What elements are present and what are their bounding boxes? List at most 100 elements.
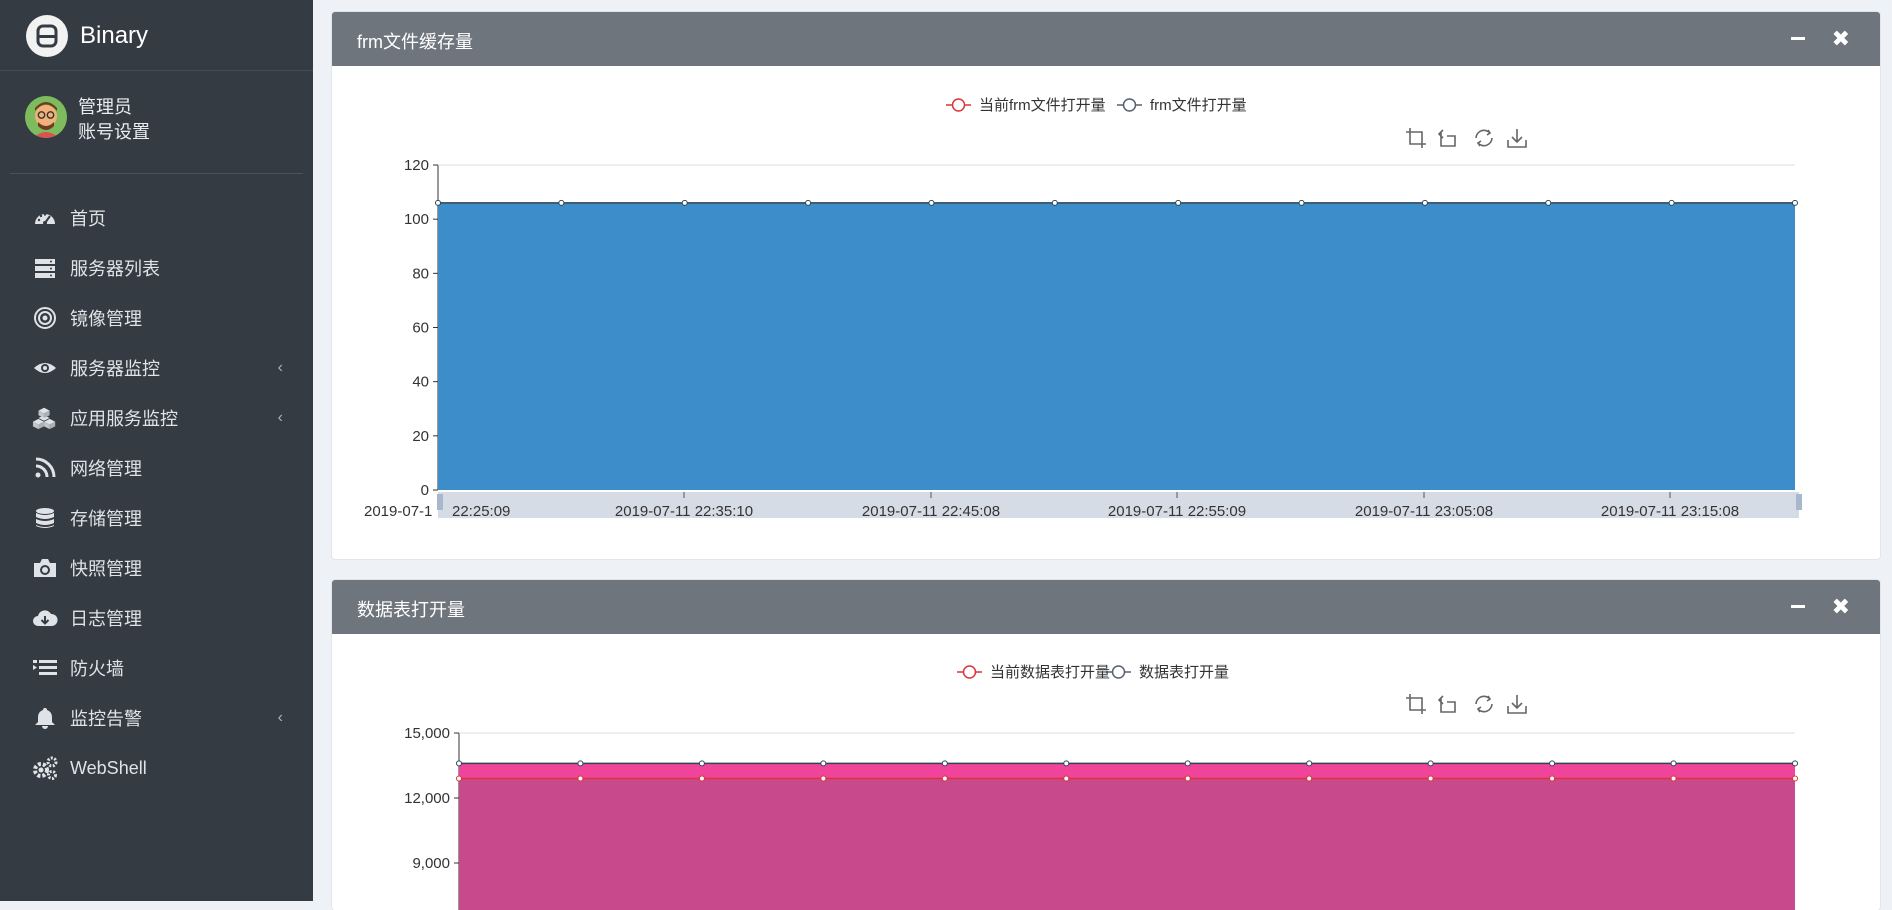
sidebar-item[interactable]: 服务器列表: [0, 243, 313, 293]
sidebar-menu: 首页服务器列表镜像管理服务器监控‹应用服务监控‹网络管理存储管理快照管理日志管理…: [0, 193, 313, 793]
y-tick-label: 12,000: [404, 790, 450, 807]
zoom-reset-icon[interactable]: [1439, 696, 1455, 712]
sidebar: Binary 管理员 账号设置 首页服务器列表镜像管理服务器监控‹应用服务监控‹…: [0, 0, 313, 901]
x-tick-label: 22:25:09: [452, 503, 510, 520]
sidebar-item-label: 首页: [70, 205, 106, 231]
minus-icon[interactable]: [1791, 37, 1805, 40]
user-panel: 管理员 账号设置: [25, 96, 150, 143]
sidebar-item-label: 日志管理: [70, 605, 142, 631]
camera-icon: [32, 555, 58, 581]
y-tick-label: 60: [412, 320, 429, 337]
data-point: [929, 200, 934, 205]
data-point: [1669, 200, 1674, 205]
y-tick-label: 15,000: [404, 725, 450, 742]
y-tick-label: 100: [404, 211, 429, 228]
zoom-reset-icon-path: [1439, 130, 1455, 146]
panel-title: frm文件缓存量: [357, 28, 473, 54]
chart-frm-cache: 当前frm文件打开量frm文件打开量0204060801001202019-07…: [332, 66, 1880, 559]
data-point: [1176, 200, 1181, 205]
close-icon[interactable]: ✖: [1832, 594, 1850, 620]
x-tick-label: 2019-07-11 23:15:08: [1601, 503, 1739, 520]
chevron-left-icon[interactable]: ‹: [278, 409, 283, 427]
sidebar-item[interactable]: 快照管理: [0, 543, 313, 593]
download-icon-path: [1508, 129, 1526, 147]
sidebar-item[interactable]: 服务器监控 ‹: [0, 343, 313, 393]
zoom-icon-path: [1406, 694, 1426, 714]
sidebar-item[interactable]: 网络管理: [0, 443, 313, 493]
chevron-left-icon[interactable]: ‹: [278, 359, 283, 377]
zoom-reset-icon[interactable]: [1439, 130, 1455, 146]
data-point: [699, 761, 704, 766]
refresh-icon-path: [1476, 130, 1492, 146]
sidebar-item-label: 镜像管理: [70, 305, 142, 331]
data-point: [559, 200, 564, 205]
data-point: [1550, 776, 1555, 781]
download-icon[interactable]: [1508, 129, 1526, 147]
area-series-frm-open: [438, 203, 1795, 490]
brand[interactable]: Binary: [26, 14, 148, 58]
zoom-reset-icon-path: [1439, 696, 1455, 712]
y-tick-label: 20: [412, 428, 429, 445]
database-icon: [32, 505, 58, 531]
sidebar-item[interactable]: 应用服务监控‹: [0, 393, 313, 443]
data-point: [1185, 761, 1190, 766]
chevron-left-icon[interactable]: ‹: [278, 709, 283, 727]
data-point: [699, 776, 704, 781]
data-point: [1307, 761, 1312, 766]
target-icon: [32, 305, 58, 331]
refresh-icon[interactable]: [1476, 696, 1492, 712]
user-name: 管理员: [78, 96, 150, 118]
brand-name: Binary: [80, 22, 148, 50]
sidebar-item[interactable]: 镜像管理: [0, 293, 313, 343]
data-point: [1793, 761, 1798, 766]
gears-icon: [32, 755, 58, 781]
brand-logo-icon: [26, 15, 68, 57]
panel-header: frm文件缓存量 ✖: [332, 12, 1880, 66]
sidebar-item-label: 服务器监控: [70, 355, 160, 381]
divider: [0, 70, 313, 71]
download-icon[interactable]: [1508, 695, 1526, 713]
cloud-download-icon: [32, 605, 58, 631]
zoom-icon[interactable]: [1406, 694, 1426, 714]
sidebar-item-label: 监控告警: [70, 705, 142, 731]
data-point: [1299, 200, 1304, 205]
x-tick-label: 2019-07-11 22:55:09: [1108, 503, 1246, 520]
eye-icon: [32, 355, 58, 381]
firewall-icon: [32, 655, 58, 681]
avatar[interactable]: [25, 96, 67, 138]
legend-marker: [953, 99, 965, 111]
panel-header: 数据表打开量 ✖: [332, 580, 1880, 634]
data-point: [1064, 761, 1069, 766]
minus-icon[interactable]: [1791, 605, 1805, 608]
sidebar-item[interactable]: 监控告警 ‹: [0, 693, 313, 743]
sidebar-item[interactable]: 首页: [0, 193, 313, 243]
x-tick-label: 2019-07-11 22:45:08: [862, 503, 1000, 520]
data-point: [1550, 761, 1555, 766]
chart-table-open: 当前数据表打开量数据表打开量9,00012,00015,000: [332, 634, 1880, 910]
x-tick-label: 2019-07-1: [364, 503, 432, 520]
sidebar-item[interactable]: 存储管理: [0, 493, 313, 543]
x-tick-label: 2019-07-11 23:05:08: [1355, 503, 1493, 520]
sidebar-item[interactable]: 防火墙: [0, 643, 313, 693]
legend-item-label: frm文件打开量: [1150, 97, 1247, 114]
data-point: [1546, 200, 1551, 205]
data-point: [457, 761, 462, 766]
data-point: [1185, 776, 1190, 781]
zoom-icon[interactable]: [1406, 128, 1426, 148]
sidebar-item[interactable]: WebShell: [0, 743, 313, 793]
data-point: [1422, 200, 1427, 205]
legend-marker: [964, 666, 976, 678]
account-settings-link[interactable]: 账号设置: [78, 121, 150, 143]
sidebar-item[interactable]: 日志管理: [0, 593, 313, 643]
data-point: [1671, 776, 1676, 781]
sidebar-item-label: 存储管理: [70, 505, 142, 531]
datazoom-handle-left: [437, 494, 443, 510]
server-list-icon: [32, 255, 58, 281]
data-point: [821, 776, 826, 781]
data-point: [578, 761, 583, 766]
sidebar-item-label: 网络管理: [70, 455, 142, 481]
refresh-icon[interactable]: [1476, 130, 1492, 146]
data-point: [578, 776, 583, 781]
close-icon[interactable]: ✖: [1832, 26, 1850, 52]
legend-marker: [1124, 99, 1136, 111]
